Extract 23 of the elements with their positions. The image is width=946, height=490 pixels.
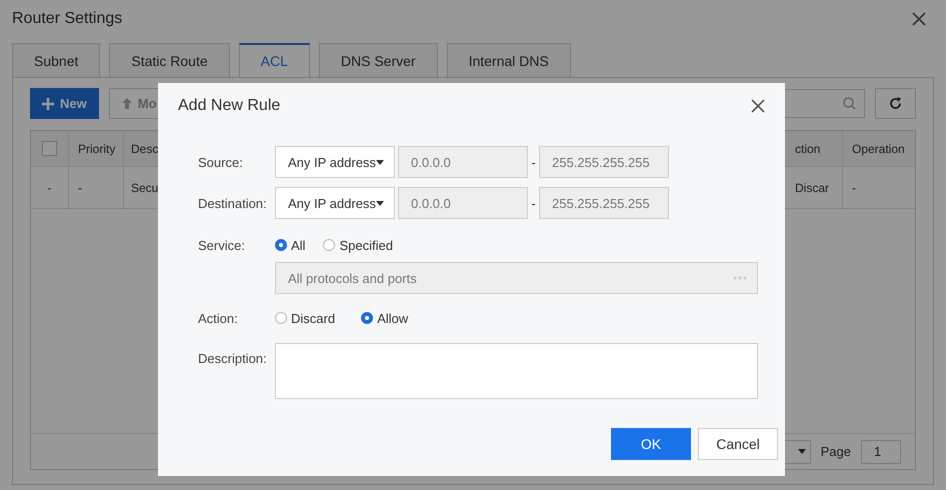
table-cell: - bbox=[78, 180, 82, 194]
window-title: Router Settings bbox=[12, 10, 122, 28]
field-label: Action: bbox=[198, 310, 239, 326]
dialog-title: Add New Rule bbox=[178, 97, 280, 115]
column-header: Operation bbox=[852, 142, 905, 156]
table-cell: Discar bbox=[795, 180, 830, 194]
field-label: Source: bbox=[198, 154, 244, 170]
column-header: ction bbox=[795, 142, 820, 156]
range-separator: - bbox=[530, 196, 537, 210]
radio-label: Allow bbox=[377, 310, 408, 326]
radio-label: All bbox=[291, 238, 306, 252]
table-cell: Secu bbox=[131, 180, 158, 194]
field-label: Destination: bbox=[198, 196, 268, 210]
table-cell: - bbox=[48, 180, 52, 194]
field-label: Service: bbox=[198, 238, 246, 252]
field-label: Description: bbox=[198, 350, 268, 366]
page-label: Page bbox=[820, 444, 851, 459]
column-header: Desc bbox=[131, 142, 158, 156]
radio-label: Discard bbox=[291, 310, 336, 326]
column-header: Priority bbox=[78, 142, 116, 156]
radio-label: Specified bbox=[339, 238, 393, 252]
range-separator: - bbox=[530, 154, 537, 170]
table-cell: - bbox=[852, 180, 856, 194]
